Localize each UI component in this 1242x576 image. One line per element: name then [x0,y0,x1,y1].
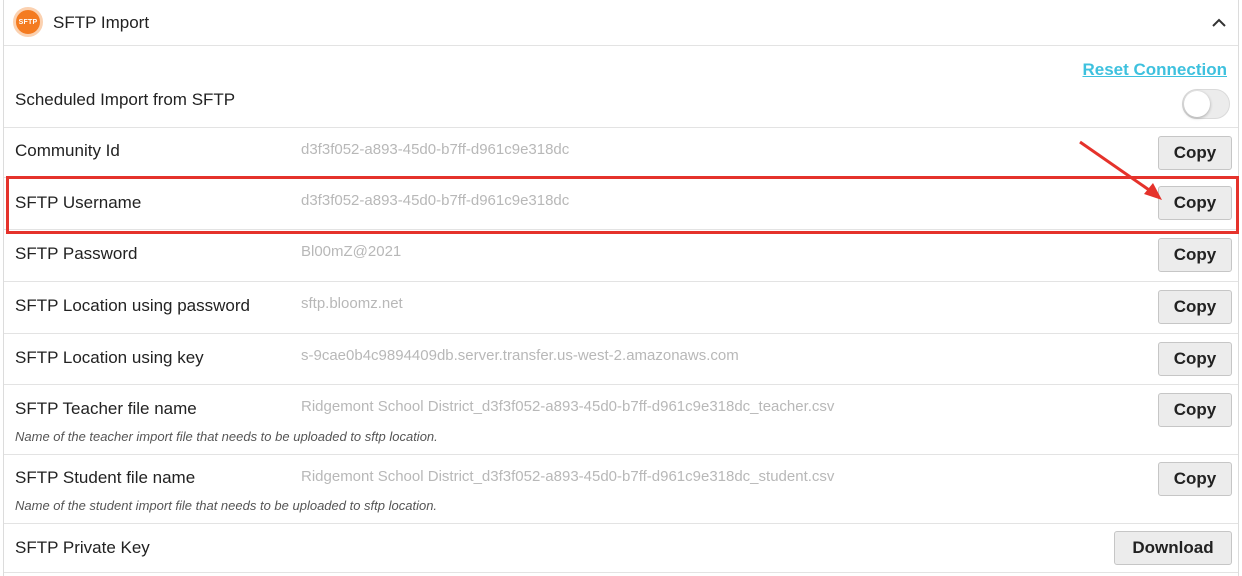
row-label: Community Id [15,141,120,160]
toggle-knob [1184,91,1210,117]
row-label: SFTP Student file name [15,468,196,487]
row-value: Ridgemont School District_d3f3f052-a893-… [301,398,835,415]
row-sftp-private-key: SFTP Private Key Download [4,523,1238,573]
copy-sftp-username-button[interactable]: Copy [1158,186,1232,220]
copy-sftp-location-key-button[interactable]: Copy [1158,342,1232,376]
row-sftp-location-key: SFTP Location using key s-9cae0b4c989440… [4,333,1238,384]
row-community-id: Community Id d3f3f052-a893-45d0-b7ff-d96… [4,127,1238,177]
row-label: SFTP Teacher file name [15,399,197,418]
row-label: SFTP Location using password [15,296,250,315]
copy-sftp-password-button[interactable]: Copy [1158,238,1232,272]
row-label: SFTP Private Key [15,538,150,557]
row-sftp-student-file: SFTP Student file name Ridgemont School … [4,454,1238,523]
row-label: SFTP Password [15,244,138,263]
row-value: s-9cae0b4c9894409db.server.transfer.us-w… [301,347,739,364]
row-label: SFTP Location using key [15,348,204,367]
row-hint: Name of the student import file that nee… [15,498,438,513]
row-sftp-teacher-file: SFTP Teacher file name Ridgemont School … [4,384,1238,454]
scheduled-import-label: Scheduled Import from SFTP [15,90,236,109]
sftp-logo-text: SFTP [18,18,38,26]
reset-connection-link[interactable]: Reset Connection [1082,60,1227,80]
copy-sftp-student-file-button[interactable]: Copy [1158,462,1232,496]
row-label: SFTP Username [15,193,142,212]
copy-community-id-button[interactable]: Copy [1158,136,1232,170]
download-private-key-button[interactable]: Download [1114,531,1232,565]
row-value: d3f3f052-a893-45d0-b7ff-d961c9e318dc [301,192,570,209]
row-sftp-username: SFTP Username d3f3f052-a893-45d0-b7ff-d9… [4,177,1238,229]
sftp-import-panel: SFTP SFTP Import Reset Connection Schedu… [3,0,1239,576]
row-value: Bl00mZ@2021 [301,243,402,260]
row-hint: Name of the teacher import file that nee… [15,429,438,444]
row-value: d3f3f052-a893-45d0-b7ff-d961c9e318dc [301,141,570,158]
copy-sftp-teacher-file-button[interactable]: Copy [1158,393,1232,427]
panel-header[interactable]: SFTP SFTP Import [4,0,1238,46]
row-sftp-password: SFTP Password Bl00mZ@2021 Copy [4,229,1238,281]
panel-title: SFTP Import [53,13,150,32]
row-value: Ridgemont School District_d3f3f052-a893-… [301,468,835,485]
row-sftp-location-password: SFTP Location using password sftp.bloomz… [4,281,1238,333]
row-value: sftp.bloomz.net [301,295,403,312]
sftp-logo: SFTP [13,7,43,37]
copy-sftp-location-password-button[interactable]: Copy [1158,290,1232,324]
scheduled-import-toggle[interactable] [1182,89,1230,119]
chevron-up-icon[interactable] [1210,14,1228,32]
